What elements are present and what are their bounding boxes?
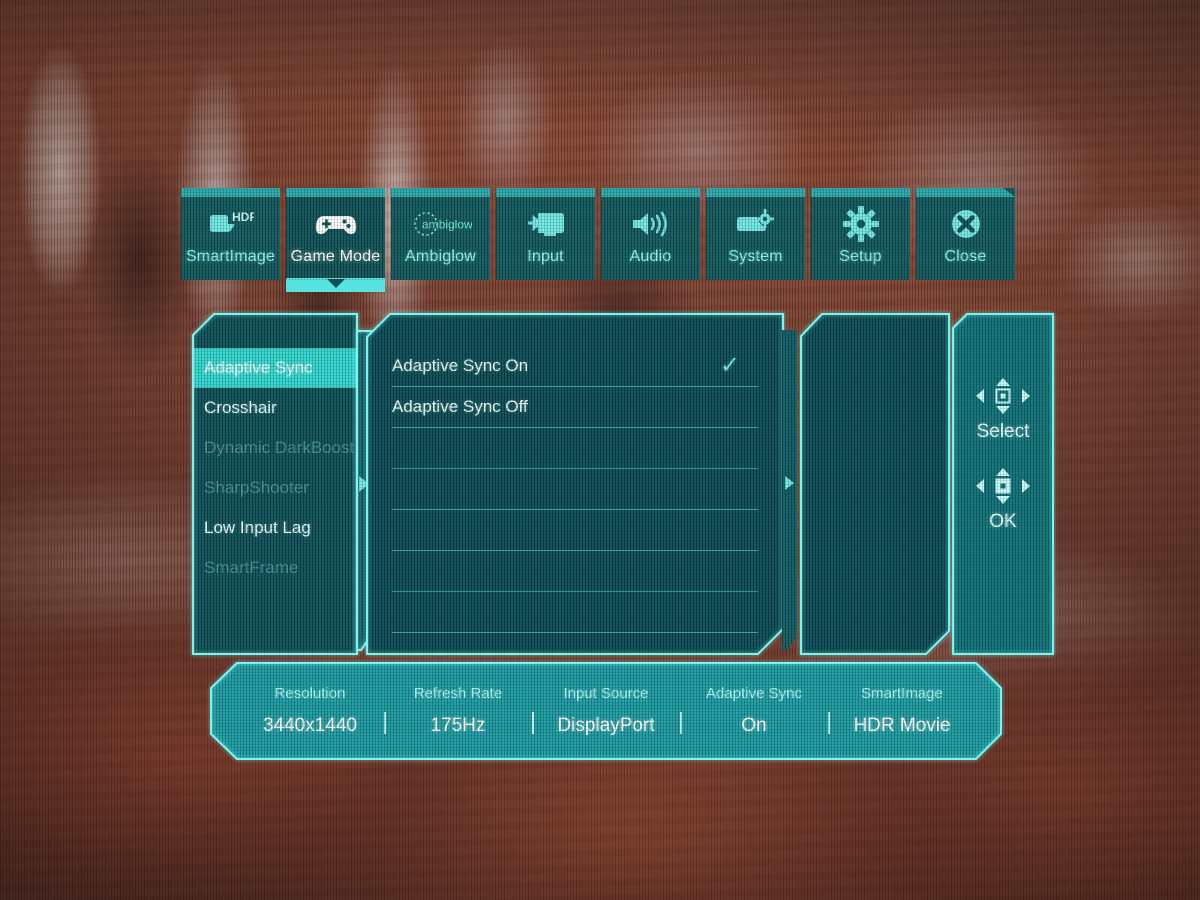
- status-label: SmartImage: [861, 685, 943, 702]
- tab-top-accent: [811, 188, 910, 197]
- status-cell-adaptive-sync: Adaptive Sync On: [680, 685, 828, 737]
- status-cell-refresh-rate: Refresh Rate 175Hz: [384, 685, 532, 737]
- dpad-down-arrow: [996, 406, 1010, 414]
- sidebar-item-label: Low Input Lag: [204, 518, 311, 537]
- osd-nav-help-panel: Select OK: [952, 313, 1054, 655]
- checkmark-icon: ✓: [719, 352, 740, 379]
- dpad-right-arrow: [1022, 389, 1030, 403]
- dpad-left-arrow: [976, 389, 984, 403]
- status-value: DisplayPort: [557, 715, 655, 736]
- sidebar-item-adaptive-sync[interactable]: Adaptive Sync: [192, 348, 358, 388]
- speaker-icon: [629, 202, 673, 246]
- option-adaptive-sync-on[interactable]: Adaptive Sync On ✓: [392, 346, 758, 387]
- dpad-right-arrow: [1022, 479, 1030, 493]
- dpad-up-arrow: [996, 468, 1010, 476]
- tab-system[interactable]: System: [706, 188, 805, 280]
- status-label: Refresh Rate: [413, 685, 503, 702]
- input-monitor-icon: [525, 202, 567, 246]
- sidebar-item-crosshair[interactable]: Crosshair: [192, 388, 358, 428]
- smartimage-hdr-icon: HDR: [208, 202, 254, 246]
- svg-text:HDR: HDR: [232, 210, 254, 224]
- osd-preview-panel: [800, 313, 950, 655]
- status-value: On: [741, 715, 767, 736]
- gear-icon: [842, 202, 880, 246]
- dpad-select-icon[interactable]: [976, 378, 1030, 414]
- status-label: Adaptive Sync: [706, 685, 802, 702]
- osd-tab-bar: HDR SmartImage Game Mode ambiglow Ambigl…: [181, 188, 1053, 292]
- status-cell-smartimage: SmartImage HDR Movie: [828, 685, 976, 737]
- tab-ambiglow[interactable]: ambiglow Ambiglow: [391, 188, 490, 280]
- dpad-left-arrow: [976, 479, 984, 493]
- sidebar-item-dynamic-darkboost[interactable]: Dynamic DarkBoost: [192, 428, 358, 468]
- status-cell-resolution: Resolution 3440x1440: [236, 685, 384, 737]
- option-empty-row: [392, 428, 758, 469]
- status-grid: Resolution 3440x1440 Refresh Rate 175Hz …: [210, 662, 1002, 760]
- sidebar-item-label: Adaptive Sync: [204, 358, 313, 377]
- tab-top-accent: [706, 188, 805, 197]
- tab-label: Setup: [839, 248, 882, 265]
- ambiglow-icon: ambiglow: [410, 202, 472, 246]
- tab-input[interactable]: Input: [496, 188, 595, 280]
- tab-top-accent: [601, 188, 700, 197]
- gamepad-icon: [314, 202, 358, 246]
- option-empty-row: [392, 551, 758, 592]
- osd-sidebar-panel: Adaptive Sync Crosshair Dynamic DarkBoos…: [192, 313, 358, 655]
- option-label: Adaptive Sync Off: [392, 397, 528, 416]
- tab-label: Ambiglow: [405, 248, 476, 265]
- status-label: Resolution: [274, 685, 346, 702]
- status-value: HDR Movie: [853, 715, 951, 736]
- sidebar-item-sharpshooter[interactable]: SharpShooter: [192, 468, 358, 508]
- sidebar-item-label: Crosshair: [204, 398, 277, 417]
- tab-setup[interactable]: Setup: [811, 188, 910, 280]
- osd-status-bar: Resolution 3440x1440 Refresh Rate 175Hz …: [210, 662, 1002, 760]
- tab-smartimage[interactable]: HDR SmartImage: [181, 188, 280, 280]
- tab-label: Game Mode: [290, 248, 381, 265]
- tab-label: Audio: [629, 248, 672, 265]
- dpad-ok-icon[interactable]: [976, 468, 1030, 504]
- tab-top-accent: [181, 188, 280, 197]
- sidebar-item-label: SmartFrame: [204, 558, 299, 577]
- tab-top-accent: [496, 188, 595, 197]
- tab-label: Close: [944, 248, 987, 265]
- close-circle-icon: [947, 202, 985, 246]
- options-list: Adaptive Sync On ✓ Adaptive Sync Off: [366, 346, 784, 633]
- tab-label: Input: [527, 248, 564, 265]
- status-value: 175Hz: [430, 715, 486, 736]
- nav-ok-label: OK: [989, 511, 1017, 532]
- tab-game-mode[interactable]: Game Mode: [286, 188, 385, 292]
- svg-text:ambiglow: ambiglow: [422, 218, 472, 232]
- tab-close[interactable]: Close: [916, 188, 1015, 280]
- sidebar-item-label: Dynamic DarkBoost: [204, 438, 355, 457]
- tab-audio[interactable]: Audio: [601, 188, 700, 280]
- tab-active-indicator: [286, 278, 385, 292]
- option-label: Adaptive Sync On: [392, 356, 529, 375]
- sidebar-item-low-input-lag[interactable]: Low Input Lag: [192, 508, 358, 548]
- dpad-center: [995, 478, 1011, 494]
- option-empty-row: [392, 510, 758, 551]
- status-cell-input-source: Input Source DisplayPort: [532, 685, 680, 737]
- status-label: Input Source: [563, 685, 649, 702]
- sidebar-menu-list: Adaptive Sync Crosshair Dynamic DarkBoos…: [192, 348, 358, 588]
- monitor-screen: HDR SmartImage Game Mode ambiglow Ambigl…: [0, 0, 1200, 900]
- dpad-down-arrow: [996, 496, 1010, 504]
- option-empty-row: [392, 592, 758, 633]
- nav-select-label: Select: [976, 421, 1030, 442]
- option-empty-row: [392, 469, 758, 510]
- tab-top-accent: [916, 188, 1015, 197]
- osd-options-panel: Adaptive Sync On ✓ Adaptive Sync Off: [366, 313, 784, 655]
- tab-top-accent: [391, 188, 490, 197]
- tab-label: System: [728, 248, 783, 265]
- system-gear-icon: [734, 202, 778, 246]
- tab-label: SmartImage: [185, 248, 276, 265]
- options-expand-strip[interactable]: [782, 330, 797, 650]
- chevron-right-icon: [785, 476, 794, 490]
- dpad-center: [995, 388, 1011, 404]
- tab-active-caret: [326, 279, 345, 288]
- option-adaptive-sync-off[interactable]: Adaptive Sync Off: [392, 387, 758, 428]
- dpad-up-arrow: [996, 378, 1010, 386]
- tab-top-accent: [286, 188, 385, 197]
- sidebar-item-label: SharpShooter: [204, 478, 309, 497]
- status-value: 3440x1440: [262, 715, 358, 736]
- sidebar-item-smartframe[interactable]: SmartFrame: [192, 548, 358, 588]
